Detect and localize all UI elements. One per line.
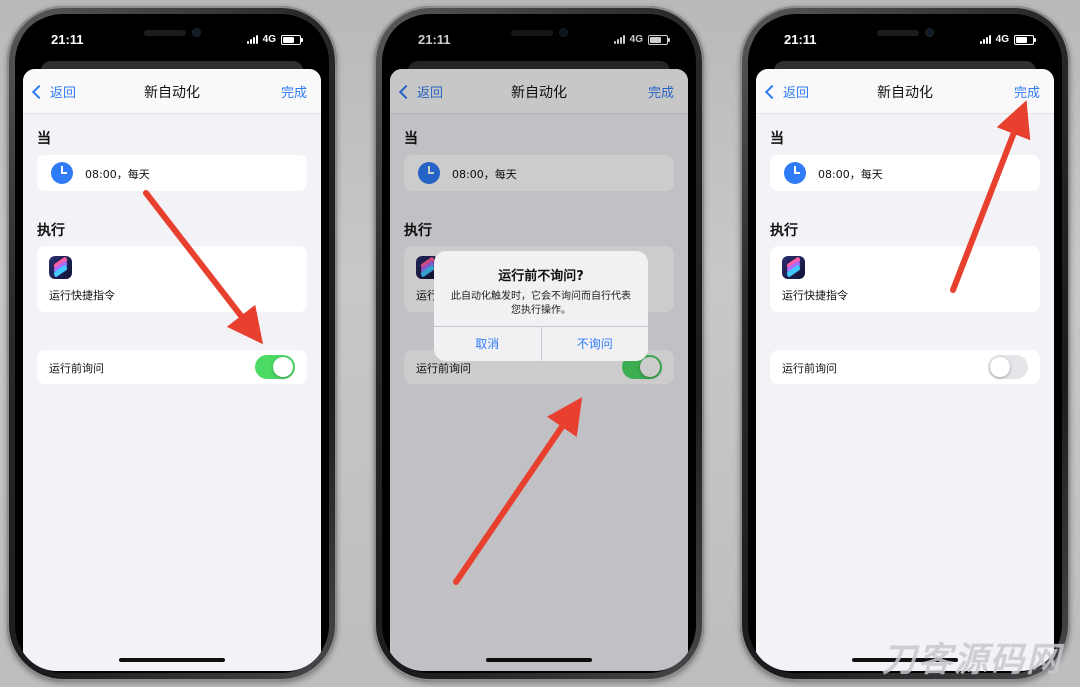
trigger-row[interactable]: 08:00，每天 (37, 155, 307, 191)
clock-icon (51, 162, 73, 184)
section-do: 执行 (770, 223, 798, 239)
section-when: 当 (770, 131, 784, 147)
status-time: 21:11 (51, 32, 84, 47)
signal-icon (246, 35, 258, 44)
action-card[interactable]: 运行快捷指令 (37, 246, 307, 312)
nav-bar: 返回 新自动化 完成 (756, 69, 1054, 114)
phone-2: 21:11 4G 返回 新自动化 完成 当 08:00，每天 执行 运行前询问 … (374, 6, 704, 681)
done-button[interactable]: 完成 (1014, 82, 1040, 101)
ask-toggle[interactable] (988, 355, 1028, 379)
ask-row: 运行前询问 (37, 350, 307, 384)
status-icons: 4G (979, 34, 1036, 45)
camera (192, 28, 201, 37)
camera (925, 28, 934, 37)
ask-toggle[interactable] (255, 355, 295, 379)
battery-icon (281, 34, 303, 45)
screen: 21:11 4G 返回 新自动化 完成 当 08:00，每天 执行 (17, 16, 327, 671)
ask-row: 运行前询问 (770, 350, 1040, 384)
trigger-text: 08:00，每天 (818, 168, 883, 181)
screen: 21:11 4G 返回 新自动化 完成 当 08:00，每天 执行 (384, 16, 694, 671)
battery-icon (1014, 34, 1036, 45)
network-type: 4G (995, 34, 1009, 45)
nav-title: 新自动化 (877, 85, 933, 101)
signal-icon (979, 35, 991, 44)
trigger-row[interactable]: 08:00，每天 (770, 155, 1040, 191)
toggle-knob (273, 357, 293, 377)
toggle-knob (990, 357, 1010, 377)
phone-1: 21:11 4G 返回 新自动化 完成 当 08:00，每天 执行 运行快捷指令… (7, 6, 337, 681)
nav-title: 新自动化 (144, 85, 200, 101)
cancel-button[interactable]: 取消 (434, 327, 541, 361)
status-icons: 4G (246, 34, 303, 45)
ask-label: 运行前询问 (49, 362, 104, 375)
speaker (144, 30, 186, 36)
action-label: 运行快捷指令 (782, 289, 848, 302)
confirm-alert: 运行前不询问? 此自动化触发时，它会不询问而自行代表您执行操作。 取消 不询问 (434, 251, 648, 361)
clock-icon (784, 162, 806, 184)
phone-3: 21:11 4G 返回 新自动化 完成 当 08:00，每天 执行 运行快捷指令… (740, 6, 1070, 681)
nav-bar: 返回 新自动化 完成 (23, 69, 321, 114)
alert-title: 运行前不询问? (498, 269, 584, 284)
shortcuts-icon (49, 256, 72, 279)
screen: 21:11 4G 返回 新自动化 完成 当 08:00，每天 执行 (750, 16, 1060, 671)
done-button[interactable]: 完成 (281, 82, 307, 101)
section-do: 执行 (37, 223, 65, 239)
automation-sheet: 返回 新自动化 完成 当 08:00，每天 执行 运行快捷指令 运行前询问 (23, 69, 321, 671)
home-indicator (119, 658, 225, 662)
dont-ask-button[interactable]: 不询问 (540, 327, 649, 361)
alert-buttons: 取消 不询问 (434, 326, 648, 361)
watermark: 刀客源码网 (882, 640, 1062, 680)
automation-sheet: 返回 新自动化 完成 当 08:00，每天 执行 运行快捷指令 运行前询问 (756, 69, 1054, 671)
action-card[interactable]: 运行快捷指令 (770, 246, 1040, 312)
status-time: 21:11 (784, 32, 817, 47)
speaker (877, 30, 919, 36)
action-label: 运行快捷指令 (49, 289, 115, 302)
trigger-text: 08:00，每天 (85, 168, 150, 181)
alert-message: 此自动化触发时，它会不询问而自行代表您执行操作。 (451, 291, 631, 316)
section-when: 当 (37, 131, 51, 147)
shortcuts-icon (782, 256, 805, 279)
ask-label: 运行前询问 (782, 362, 837, 375)
network-type: 4G (262, 34, 276, 45)
